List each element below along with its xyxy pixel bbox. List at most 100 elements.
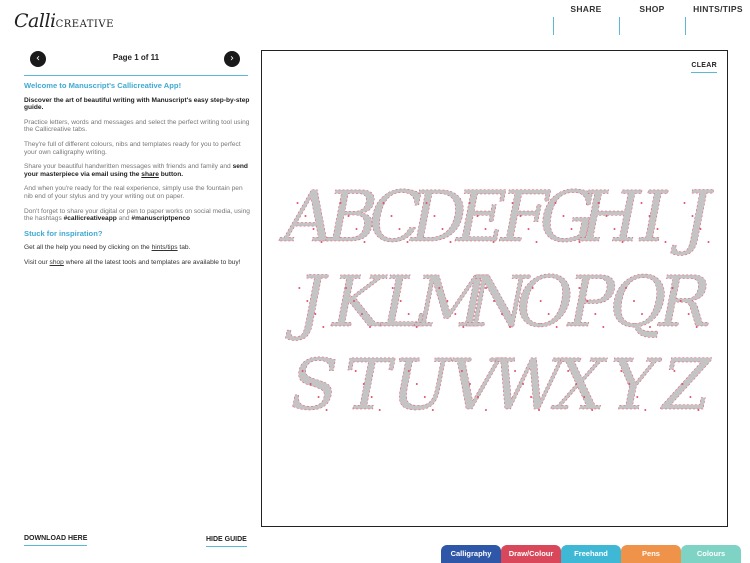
guide-paragraph: Get all the help you need by clicking on… (24, 244, 250, 252)
stroke-guide-dot (636, 396, 639, 398)
logo-main: Calli (14, 10, 56, 32)
stroke-guide-dot (441, 228, 444, 230)
stroke-guide-dot (484, 228, 487, 230)
stroke-guide-dot (407, 370, 410, 372)
tab-pens[interactable]: Pens (621, 545, 681, 563)
stroke-guide-dot (649, 326, 651, 328)
stroke-guide-dot (519, 215, 522, 217)
nav-share-button[interactable]: SHARE (560, 0, 612, 18)
stroke-guide-dot (378, 409, 381, 411)
stroke-guide-dot (538, 409, 541, 411)
stroke-guide-dot (339, 202, 342, 204)
stroke-guide-dot (476, 215, 479, 217)
stroke-guide-dot (423, 396, 426, 398)
stroke-guide-dot (320, 241, 323, 243)
template-letter-z: Z (660, 344, 712, 426)
stroke-guide-dot (620, 370, 623, 372)
stroke-guide-dot (648, 215, 651, 217)
stroke-guide-dot (399, 300, 402, 302)
tab-draw-colour[interactable]: Draw/Colour (501, 545, 561, 563)
drawing-canvas[interactable]: CLEAR ABCDEFGHIJJKLMNOPQRSTUVWXYZ (261, 50, 728, 527)
stroke-guide-dot (431, 409, 434, 411)
stroke-guide-dot (438, 287, 441, 289)
app-logo: CalliCREATIVE (14, 10, 114, 32)
next-page-button[interactable]: › (224, 51, 240, 67)
page-indicator: Page 1 of 11 (112, 53, 160, 62)
stroke-guide-dot (493, 300, 495, 302)
guide-bold-span: button. (158, 170, 184, 178)
stroke-guide-dot (492, 241, 495, 243)
stroke-guide-dot (644, 409, 647, 411)
nav-hints-button[interactable]: HINTS/TIPS (690, 0, 746, 18)
stroke-guide-dot (309, 383, 312, 385)
stroke-guide-dot (697, 409, 700, 411)
nav-divider (685, 17, 686, 35)
stroke-guide-dot (602, 326, 605, 328)
stroke-guide-dot (591, 409, 594, 411)
stroke-guide-dot (468, 202, 471, 204)
template-letter-u: U (391, 344, 452, 426)
stroke-guide-dot (460, 370, 463, 372)
stroke-guide-dot (535, 241, 538, 243)
shop-inline-link[interactable]: shop (50, 259, 64, 266)
stroke-guide-dot (425, 202, 428, 204)
stroke-guide-dot (485, 287, 487, 289)
tab-freehand[interactable]: Freehand (561, 545, 621, 563)
template-letter-e: E (454, 176, 507, 258)
template-letter-x: X (550, 344, 608, 426)
stroke-guide-dot (514, 370, 517, 372)
stroke-guide-dot (695, 326, 698, 328)
stroke-guide-dot (449, 241, 452, 243)
stroke-guide-dot (679, 300, 682, 302)
stroke-guide-dot (369, 326, 371, 328)
stroke-guide-dot (555, 326, 558, 328)
guide-paragraph: And when you're ready for the real exper… (24, 185, 243, 200)
stroke-guide-dot (578, 287, 581, 289)
template-letter-j: J (285, 261, 329, 343)
template-letter-t: T (344, 344, 395, 426)
stroke-guide-dot (354, 370, 357, 372)
stroke-guide-dot (641, 313, 643, 315)
guide-paragraph: They're full of different colours, nibs … (24, 140, 241, 156)
stroke-guide-dot (689, 396, 692, 398)
download-here-button[interactable]: DOWNLOAD HERE (24, 535, 88, 546)
stroke-guide-dot (673, 370, 676, 372)
stroke-guide-dot (314, 313, 317, 315)
tab-colours[interactable]: Colours (681, 545, 741, 563)
stroke-guide-dot (633, 300, 635, 302)
hashtag: #manuscriptpenco (131, 215, 191, 223)
hashtag: #callicreativeapp (63, 215, 117, 223)
stroke-guide-dot (312, 228, 315, 230)
hints-inline-link[interactable]: hints/tips (152, 244, 178, 251)
stroke-guide-dot (476, 396, 479, 398)
guide-paragraph: Practice letters, words and messages and… (24, 118, 250, 134)
stroke-guide-dot (594, 313, 597, 315)
stroke-guide-dot (391, 287, 394, 289)
nav-shop-button[interactable]: SHOP (627, 0, 677, 18)
stroke-guide-dot (370, 396, 373, 398)
template-letter-i: I (638, 176, 669, 258)
hide-guide-button[interactable]: HIDE GUIDE (206, 536, 247, 547)
share-inline-link[interactable]: share (141, 171, 159, 178)
guide-text-span: Get all the help you need by clicking on… (24, 244, 152, 252)
stroke-guide-dot (527, 228, 530, 230)
stroke-guide-dot (628, 383, 631, 385)
nav-divider (619, 17, 620, 35)
stroke-guide-dot (664, 241, 667, 243)
guide-welcome-heading: Welcome to Manuscript's Callicreative Ap… (24, 81, 182, 90)
stroke-guide-dot (531, 287, 534, 289)
guide-text-span: Share your beautiful handwritten message… (24, 163, 233, 171)
stroke-guide-dot (625, 287, 627, 289)
stroke-guide-dot (621, 241, 624, 243)
guide-paragraph: Don't forget to share your digital or pe… (24, 208, 250, 223)
guide-stuck-heading: Stuck for inspiration? (24, 228, 103, 238)
stroke-guide-dot (355, 228, 358, 230)
tab-calligraphy[interactable]: Calligraphy (441, 545, 501, 563)
stroke-guide-dot (501, 313, 503, 315)
stroke-guide-dot (509, 326, 511, 328)
stroke-guide-dot (511, 202, 514, 204)
stroke-guide-dot (454, 313, 457, 315)
stroke-guide-dot (484, 409, 487, 411)
guide-text: Welcome to Manuscript's Callicreative Ap… (24, 82, 250, 274)
stroke-guide-dot (570, 228, 573, 230)
